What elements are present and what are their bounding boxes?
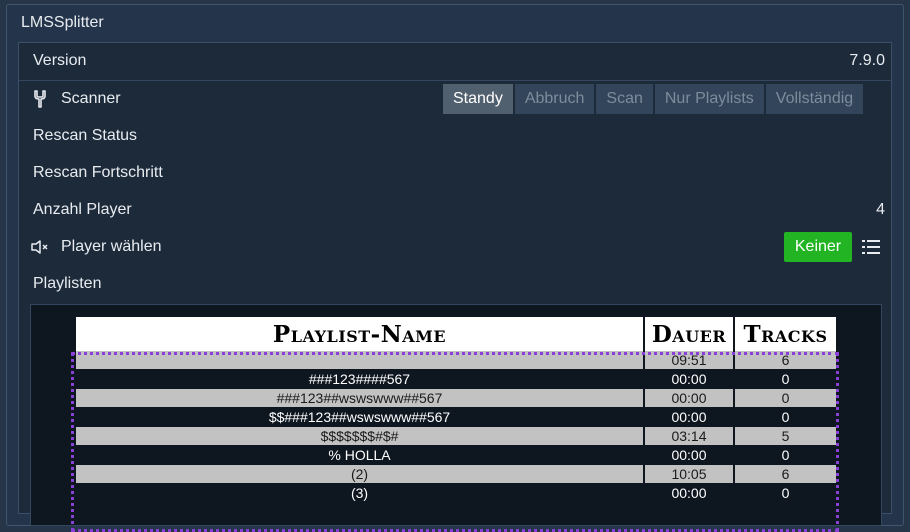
table-row[interactable]: ###123####567 00:00 0 bbox=[76, 369, 836, 389]
playlists-only-button[interactable]: Nur Playlists bbox=[654, 84, 764, 114]
table-row[interactable]: (2) 10:05 6 bbox=[76, 464, 836, 484]
list-icon[interactable] bbox=[861, 238, 881, 256]
scanner-label: Scanner bbox=[61, 90, 121, 107]
cell-tracks: 5 bbox=[734, 426, 836, 446]
rescan-status-label: Rescan Status bbox=[33, 127, 138, 144]
header-duration[interactable]: Dauer bbox=[644, 317, 735, 351]
settings-panel: Version 7.9.0 Scanner Standy Abbruch Sca… bbox=[18, 42, 892, 532]
cell-tracks: 6 bbox=[734, 464, 836, 484]
table-row[interactable]: % HOLLA 00:00 0 bbox=[76, 445, 836, 465]
cell-duration: 00:00 bbox=[644, 407, 735, 427]
scanner-mode-group: Standy Abbruch Scan Nur Playlists Vollst… bbox=[441, 84, 864, 114]
cell-duration: 00:00 bbox=[644, 445, 735, 465]
playlist-header-row: Playlist-Name Dauer Tracks bbox=[76, 317, 836, 351]
header-playlist-name[interactable]: Playlist-Name bbox=[76, 317, 645, 351]
cell-playlist-name: ###123####567 bbox=[76, 369, 645, 389]
version-value: 7.9.0 bbox=[849, 52, 885, 69]
table-row[interactable]: $$$$$$$#$# 03:14 5 bbox=[76, 426, 836, 446]
player-count-row: Anzahl Player 4 bbox=[19, 192, 891, 230]
cell-playlist-name: $$$$$$$#$# bbox=[76, 426, 645, 446]
player-select-row: Player wählen Keiner bbox=[19, 229, 891, 267]
cell-tracks: 0 bbox=[734, 407, 836, 427]
player-count-label: Anzahl Player bbox=[33, 201, 132, 218]
cell-duration: 00:00 bbox=[644, 388, 735, 408]
scanner-row: Scanner Standy Abbruch Scan Nur Playlist… bbox=[19, 81, 891, 119]
app-title: LMSSplitter bbox=[21, 14, 104, 31]
playlists-label: Playlisten bbox=[33, 275, 102, 292]
cell-tracks: 0 bbox=[734, 388, 836, 408]
cell-playlist-name: % HOLLA bbox=[76, 445, 645, 465]
cell-playlist-name: (2) bbox=[76, 464, 645, 484]
cell-playlist-name: ###123##wswswww##567 bbox=[76, 388, 645, 408]
cell-duration: 03:14 bbox=[644, 426, 735, 446]
player-none-button[interactable]: Keiner bbox=[784, 232, 852, 262]
playlist-table: Playlist-Name Dauer Tracks 09:51 6 ###12… bbox=[76, 317, 836, 503]
wrench-icon bbox=[34, 90, 46, 108]
playlists-row: Playlisten bbox=[19, 266, 891, 303]
rescan-progress-label: Rescan Fortschritt bbox=[33, 164, 163, 181]
cell-playlist-name: (3) bbox=[76, 483, 645, 503]
table-row[interactable]: $$###123##wswswww##567 00:00 0 bbox=[76, 407, 836, 427]
rescan-status-row: Rescan Status bbox=[19, 118, 891, 156]
cell-duration: 00:00 bbox=[644, 369, 735, 389]
full-scan-button[interactable]: Vollständig bbox=[765, 84, 864, 114]
version-row: Version 7.9.0 bbox=[19, 43, 891, 81]
cell-tracks: 0 bbox=[734, 483, 836, 503]
rescan-progress-row: Rescan Fortschritt bbox=[19, 155, 891, 193]
cell-playlist-name: $$###123##wswswww##567 bbox=[76, 407, 645, 427]
cell-duration: 00:00 bbox=[644, 483, 735, 503]
table-row[interactable]: (3) 00:00 0 bbox=[76, 483, 836, 503]
cell-tracks: 0 bbox=[734, 445, 836, 465]
header-tracks[interactable]: Tracks bbox=[734, 317, 836, 351]
playlist-container: Playlist-Name Dauer Tracks 09:51 6 ###12… bbox=[30, 304, 882, 532]
version-label: Version bbox=[33, 52, 87, 69]
cell-tracks: 6 bbox=[734, 351, 836, 370]
abort-button[interactable]: Abbruch bbox=[514, 84, 595, 114]
table-row[interactable]: 09:51 6 bbox=[76, 351, 836, 370]
player-count-value: 4 bbox=[876, 201, 885, 218]
cell-playlist-name bbox=[76, 351, 645, 370]
standby-button[interactable]: Standy bbox=[443, 84, 513, 114]
cell-tracks: 0 bbox=[734, 369, 836, 389]
player-select-label: Player wählen bbox=[61, 238, 162, 255]
scan-button[interactable]: Scan bbox=[596, 84, 653, 114]
cell-duration: 09:51 bbox=[644, 351, 735, 370]
table-row[interactable]: ###123##wswswww##567 00:00 0 bbox=[76, 388, 836, 408]
cell-duration: 10:05 bbox=[644, 464, 735, 484]
speaker-muted-icon bbox=[31, 240, 48, 254]
